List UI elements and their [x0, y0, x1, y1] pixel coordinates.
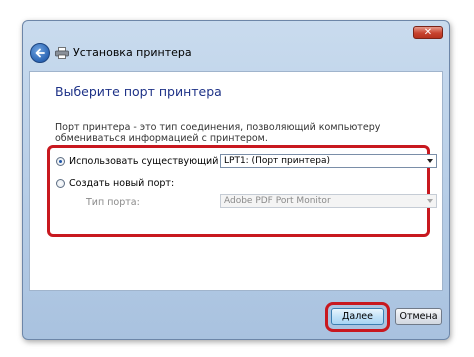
next-button[interactable]: Далее [331, 308, 384, 325]
wizard-content: Выберите порт принтера Порт принтера - э… [29, 71, 443, 291]
page-description: Порт принтера - это тип соединения, позв… [55, 122, 381, 144]
page-heading: Выберите порт принтера [55, 84, 222, 99]
existing-port-radio[interactable] [56, 157, 65, 166]
new-port-radio[interactable] [56, 179, 65, 188]
port-type-select[interactable]: Adobe PDF Port Monitor [220, 194, 437, 208]
chevron-down-icon [427, 159, 433, 163]
existing-port-select[interactable]: LPT1: (Порт принтера) [220, 154, 437, 168]
close-icon: ✕ [423, 27, 433, 38]
cancel-button[interactable]: Отмена [395, 308, 442, 325]
existing-port-value: LPT1: (Порт принтера) [224, 156, 331, 166]
add-printer-window: ✕ Установка принтера Выберите порт принт… [22, 20, 450, 340]
new-port-label: Создать новый порт: [69, 178, 175, 189]
port-type-label: Тип порта: [86, 197, 140, 208]
title-bar: ✕ Установка принтера [23, 21, 449, 73]
back-arrow-icon [35, 48, 45, 58]
printer-icon [55, 47, 69, 59]
back-button[interactable] [30, 43, 50, 63]
chevron-down-icon [427, 199, 433, 203]
close-button[interactable]: ✕ [413, 26, 443, 39]
new-port-option[interactable]: Создать новый порт: [56, 178, 174, 189]
window-title: Установка принтера [73, 46, 192, 59]
port-type-value: Adobe PDF Port Monitor [224, 196, 331, 206]
